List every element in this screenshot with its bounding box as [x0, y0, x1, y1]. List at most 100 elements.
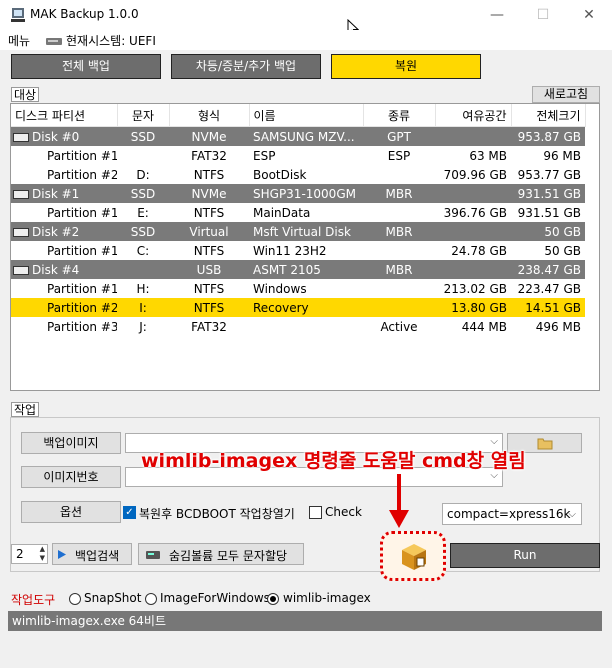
partition-row[interactable]: Partition #1 C: NTFS Win11 23H2 24.78 GB 50 G… — [11, 241, 585, 260]
cell-text: 709.96 GB — [443, 167, 507, 182]
col-disk-partition-header[interactable]: 디스크 파티션 — [11, 104, 118, 127]
cell-format: FAT32 — [169, 146, 249, 165]
spinner-arrows-icon[interactable]: ▲ ▼ — [40, 545, 45, 563]
radio-imageforwindows[interactable] — [145, 593, 157, 605]
backup-search-button[interactable]: 백업검색 — [52, 543, 132, 565]
window-title: MAK Backup 1.0.0 — [30, 7, 139, 21]
cell-text: Disk #2 — [32, 224, 80, 239]
cell-name: MainData — [249, 203, 363, 222]
wimlib-button[interactable] — [398, 540, 430, 572]
cell-format: NTFS — [169, 241, 249, 260]
tab-restore[interactable]: 복원 — [331, 54, 481, 79]
cell-text: 50 GB — [544, 243, 581, 258]
cell-text: Partition #1 — [47, 148, 117, 163]
disk-row[interactable]: Disk #1 SSD NVMe SHGP31-1000GM MBR 931.51 GB — [11, 184, 585, 203]
menu-main[interactable]: 메뉴 — [8, 32, 30, 49]
cell-text: FAT32 — [191, 148, 227, 163]
partition-row[interactable]: Partition #1 FAT32 ESP ESP 63 MB 96 MB — [11, 146, 585, 165]
col-type-header[interactable]: 종류 — [363, 104, 436, 127]
cell-text: ESP — [253, 148, 276, 163]
cell-disk-partition: Disk #2 — [11, 222, 117, 241]
options-button[interactable]: 옵션 — [21, 501, 121, 523]
radio-wimlib-imagex[interactable] — [267, 593, 279, 605]
cell-format: NTFS — [169, 165, 249, 184]
cell-total-size: 238.47 GB — [511, 260, 585, 279]
cell-name: Windows — [249, 279, 363, 298]
assign-hidden-volume-button[interactable]: 숨김볼륨 모두 문자할당 — [138, 543, 304, 565]
title-bar: MAK Backup 1.0.0 — ☐ ✕ — [0, 0, 612, 37]
cell-text: SAMSUNG MZV... — [253, 129, 355, 144]
cell-letter: C: — [117, 241, 169, 260]
cell-type — [363, 298, 435, 317]
cell-text: I: — [139, 300, 147, 315]
cell-text: 931.51 GB — [517, 205, 581, 220]
radio-imageforwindows-label: ImageForWindows — [160, 591, 270, 605]
cell-format: NVMe — [169, 184, 249, 203]
tab-incremental-backup[interactable]: 차등/증분/추가 백업 — [171, 54, 321, 79]
cell-text: 238.47 GB — [517, 262, 581, 277]
compact-combo[interactable]: compact=xpress16k ⌵ — [442, 503, 582, 525]
minimize-button[interactable]: — — [474, 0, 520, 30]
menu-bar: 메뉴 현재시스템: UEFI — [0, 30, 612, 50]
close-button[interactable]: ✕ — [566, 0, 612, 30]
col-letter-header[interactable]: 문자 — [117, 104, 170, 127]
partition-row[interactable]: Partition #2 D: NTFS BootDisk 709.96 GB 953.7… — [11, 165, 585, 184]
annotation-text: wimlib-imagex 명령줄 도움말 cmd창 열림 — [141, 450, 526, 472]
col-name-header[interactable]: 이름 — [249, 104, 364, 127]
cell-text: 931.51 GB — [517, 186, 581, 201]
partition-row[interactable]: Partition #1 H: NTFS Windows 213.02 GB 223.47… — [11, 279, 585, 298]
cell-free-space: 24.78 GB — [435, 241, 511, 260]
cell-text: Win11 23H2 — [253, 243, 327, 258]
cell-text: Partition #2 — [47, 167, 117, 182]
cell-text: NVMe — [191, 186, 227, 201]
cell-format: Virtual — [169, 222, 249, 241]
cell-free-space: 213.02 GB — [435, 279, 511, 298]
partition-row[interactable]: Partition #1 E: NTFS MainData 396.76 GB 931.5… — [11, 203, 585, 222]
cell-letter: E: — [117, 203, 169, 222]
disk-row[interactable]: Disk #2 SSD Virtual Msft Virtual Disk MBR 50 … — [11, 222, 585, 241]
work-group-label: 작업 — [11, 402, 40, 417]
cell-total-size: 14.51 GB — [511, 298, 585, 317]
disk-row[interactable]: Disk #4 USB ASMT 2105 MBR 238.47 GB — [11, 260, 585, 279]
cell-format: FAT32 — [169, 317, 249, 336]
cell-type: GPT — [363, 126, 435, 146]
cell-type: ESP — [363, 146, 435, 165]
current-system-label: 현재시스템: UEFI — [66, 34, 156, 48]
refresh-button[interactable]: 새로고침 — [532, 86, 600, 103]
count-value: 2 — [16, 547, 24, 561]
tab-full-backup[interactable]: 전체 백업 — [11, 54, 161, 79]
cell-disk-partition: Partition #2 — [11, 165, 117, 184]
cell-text: SSD — [130, 129, 156, 144]
disk-row[interactable]: Disk #0 SSD NVMe SAMSUNG MZV... GPT 953.87 GB — [11, 126, 585, 146]
bcdboot-checkbox[interactable]: ✓ — [123, 506, 136, 519]
cell-disk-partition: Partition #2 — [11, 298, 117, 317]
cell-format: USB — [169, 260, 249, 279]
cell-letter: J: — [117, 317, 169, 336]
cell-text: BootDisk — [253, 167, 307, 182]
run-button[interactable]: Run — [450, 543, 600, 568]
cell-text: GPT — [387, 129, 411, 144]
maximize-button[interactable]: ☐ — [520, 0, 566, 30]
cell-disk-partition: Partition #1 — [11, 203, 117, 222]
cell-name: Recovery — [249, 298, 363, 317]
col-total-size-header[interactable]: 전체크기 — [511, 104, 586, 127]
cell-text: D: — [136, 167, 150, 182]
count-spinner[interactable]: 2 ▲ ▼ — [11, 544, 48, 564]
col-free-space-header[interactable]: 여유공간 — [435, 104, 512, 127]
partition-row[interactable]: Partition #2 I: NTFS Recovery 13.80 GB 14.51 … — [11, 298, 585, 317]
partition-list[interactable]: 디스크 파티션 문자 형식 이름 종류 여유공간 전체크기 Disk #0 SSD NVMe SA… — [10, 103, 600, 391]
col-format-header[interactable]: 형식 — [169, 104, 250, 127]
cell-free-space: 13.80 GB — [435, 298, 511, 317]
cell-disk-partition: Disk #4 — [11, 260, 117, 279]
cell-type — [363, 279, 435, 298]
cell-text: Partition #2 — [47, 300, 117, 315]
check-checkbox[interactable] — [309, 506, 322, 519]
radio-snapshot[interactable] — [69, 593, 81, 605]
image-number-button[interactable]: 이미지번호 — [21, 466, 121, 488]
backup-image-button[interactable]: 백업이미지 — [21, 432, 121, 454]
tools-label: 작업도구 — [11, 593, 56, 607]
cell-total-size: 931.51 GB — [511, 184, 585, 203]
partition-row[interactable]: Partition #3 J: FAT32 Active 444 MB 496 MB — [11, 317, 585, 336]
target-group-label: 대상 — [11, 87, 40, 102]
cell-text: 96 MB — [543, 148, 581, 163]
